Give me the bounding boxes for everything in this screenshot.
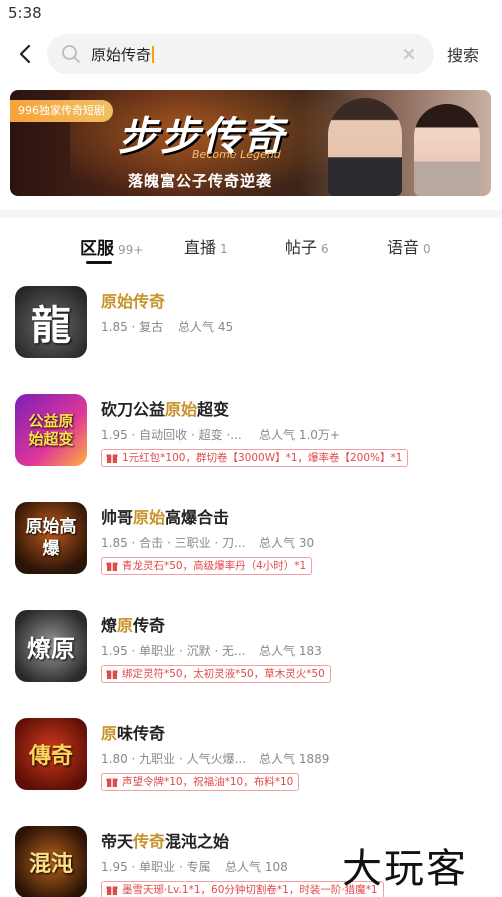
list-item[interactable]: 龍 原始传奇 1.85 · 复古 总人气 45	[0, 280, 502, 380]
gift-text: 青龙灵石*50，高级爆率丹（4小时）*1	[122, 560, 307, 572]
name-prefix: 燎	[101, 616, 118, 635]
gift-badge: 绑定灵符*50，太初灵液*50，草木灵火*50	[101, 665, 331, 683]
name-highlight: 原始	[133, 508, 166, 527]
banner-subtitle-en: Become Legend	[192, 148, 281, 161]
tab-count: 6	[321, 242, 329, 256]
tab-servers[interactable]: 区服 99+	[80, 234, 143, 259]
list-item[interactable]: 傳奇 原味传奇 1.80 · 九职业 · 人气火爆... 总人气 1889 声望…	[0, 712, 502, 812]
name-highlight: 传奇	[133, 832, 166, 851]
game-icon-text: 燎原	[27, 633, 75, 663]
name-prefix: 帅哥	[101, 508, 134, 527]
gift-badge: 1元红包*100，群切卷【3000W】*1，爆率卷【200%】*1	[101, 449, 409, 467]
section-divider	[0, 210, 502, 218]
popularity: 总人气 108	[225, 860, 288, 874]
game-icon: 燎原	[15, 610, 87, 682]
game-meta: 1.85 · 合击 · 三职业 · 刀...	[101, 536, 246, 550]
back-button[interactable]	[12, 40, 40, 68]
name-suffix: 超变	[197, 400, 230, 419]
list-item[interactable]: 公益原始超变 砍刀公益原始超变 1.95 · 自动回收 · 超变 ·... 总人…	[0, 388, 502, 488]
name-suffix: 混沌之始	[165, 832, 230, 851]
name-suffix: 高爆合击	[165, 508, 230, 527]
tab-posts[interactable]: 帖子 6	[285, 234, 329, 258]
gift-icon	[106, 886, 118, 895]
game-icon-text: 傳奇	[28, 743, 73, 769]
tab-label: 帖子	[285, 238, 318, 257]
game-icon-text: 龍	[31, 302, 71, 349]
active-tab-indicator	[86, 261, 112, 264]
popularity: 总人气 30	[259, 536, 315, 550]
name-highlight: 原	[117, 616, 134, 635]
popularity: 总人气 183	[259, 644, 322, 658]
gift-text: 绑定灵符*50，太初灵液*50，草木灵火*50	[122, 668, 325, 680]
tab-label: 区服	[80, 239, 114, 259]
name-suffix: 味传奇	[117, 724, 166, 743]
game-name: 燎原传奇	[101, 612, 165, 636]
gift-badge: 声望令牌*10，祝福油*10，布料*10	[101, 773, 300, 791]
popularity: 总人气 45	[178, 320, 234, 334]
tab-label: 语音	[387, 238, 420, 257]
gift-text: 声望令牌*10，祝福油*10，布料*10	[122, 776, 294, 788]
game-name: 帅哥原始高爆合击	[101, 504, 229, 528]
game-icon-text: 混沌	[28, 851, 73, 877]
gift-icon	[106, 670, 118, 679]
banner-subtitle: 落魄富公子传奇逆袭	[128, 172, 273, 190]
gift-text: 墨雪天琊·Lv.1*1，60分钟切割卷*1，时装一阶·猎魔*1	[122, 884, 378, 896]
gift-text: 1元红包*100，群切卷【3000W】*1，爆率卷【200%】*1	[122, 452, 403, 464]
list-item[interactable]: 原始高爆 帅哥原始高爆合击 1.85 · 合击 · 三职业 · 刀... 总人气…	[0, 496, 502, 596]
game-meta: 1.95 · 单职业 · 专属	[101, 860, 211, 874]
game-meta: 1.95 · 自动回收 · 超变 ·...	[101, 428, 242, 442]
game-icon: 混沌	[15, 826, 87, 897]
gift-icon	[106, 562, 118, 571]
game-meta: 1.80 · 九职业 · 人气火爆...	[101, 752, 247, 766]
promo-banner[interactable]: 996独家传奇短剧 步步传奇 Become Legend 落魄富公子传奇逆袭	[10, 90, 491, 196]
tab-voice[interactable]: 语音 0	[387, 234, 431, 258]
name-highlight: 原始传奇	[101, 292, 166, 311]
result-tabs: 区服 99+ 直播 1 帖子 6 语音 0	[0, 226, 502, 266]
game-meta: 1.85 · 复古	[101, 320, 164, 334]
search-query: 原始传奇	[91, 46, 152, 64]
game-name: 原味传奇	[101, 720, 165, 744]
tab-count: 99+	[118, 243, 144, 257]
game-meta: 1.95 · 单职业 · 沉默 · 无...	[101, 644, 246, 658]
name-prefix: 帝天	[101, 832, 134, 851]
game-icon: 原始高爆	[15, 502, 87, 574]
game-name: 砍刀公益原始超变	[101, 396, 229, 420]
banner-actor-image	[328, 98, 402, 196]
gift-badge: 青龙灵石*50，高级爆率丹（4小时）*1	[101, 557, 313, 575]
banner-tag: 996独家传奇短剧	[10, 100, 113, 122]
popularity: 总人气 1.0万+	[259, 428, 340, 442]
name-prefix: 砍刀公益	[101, 400, 166, 419]
gift-icon	[106, 778, 118, 787]
game-icon: 龍	[15, 286, 87, 358]
game-icon: 傳奇	[15, 718, 87, 790]
back-arrow-icon	[19, 44, 31, 64]
game-icon-text: 公益原始超变	[28, 412, 74, 448]
list-item[interactable]: 燎原 燎原传奇 1.95 · 单职业 · 沉默 · 无... 总人气 183 绑…	[0, 604, 502, 704]
name-highlight: 原始	[165, 400, 198, 419]
text-caret	[152, 46, 155, 63]
name-highlight: 原	[101, 724, 118, 743]
game-icon: 公益原始超变	[15, 394, 87, 466]
status-time: 5:38	[8, 4, 42, 22]
tab-live[interactable]: 直播 1	[184, 234, 228, 258]
banner-actress-image	[414, 104, 480, 196]
search-button[interactable]: 搜索	[447, 42, 479, 66]
search-input[interactable]: 原始传奇	[47, 34, 434, 74]
tab-count: 0	[423, 242, 431, 256]
gift-icon	[106, 454, 118, 463]
name-suffix: 传奇	[133, 616, 166, 635]
tab-count: 1	[220, 242, 228, 256]
search-row: 原始传奇 搜索	[0, 32, 502, 76]
watermark-logo: 大玩客	[342, 846, 468, 892]
popularity: 总人气 1889	[259, 752, 330, 766]
game-icon-text: 原始高爆	[25, 517, 77, 559]
status-bar: 5:38	[0, 0, 502, 28]
game-name: 原始传奇	[101, 288, 165, 312]
game-name: 帝天传奇混沌之始	[101, 828, 229, 852]
clear-icon[interactable]	[398, 43, 420, 65]
tab-label: 直播	[184, 238, 217, 257]
search-icon	[62, 45, 80, 63]
